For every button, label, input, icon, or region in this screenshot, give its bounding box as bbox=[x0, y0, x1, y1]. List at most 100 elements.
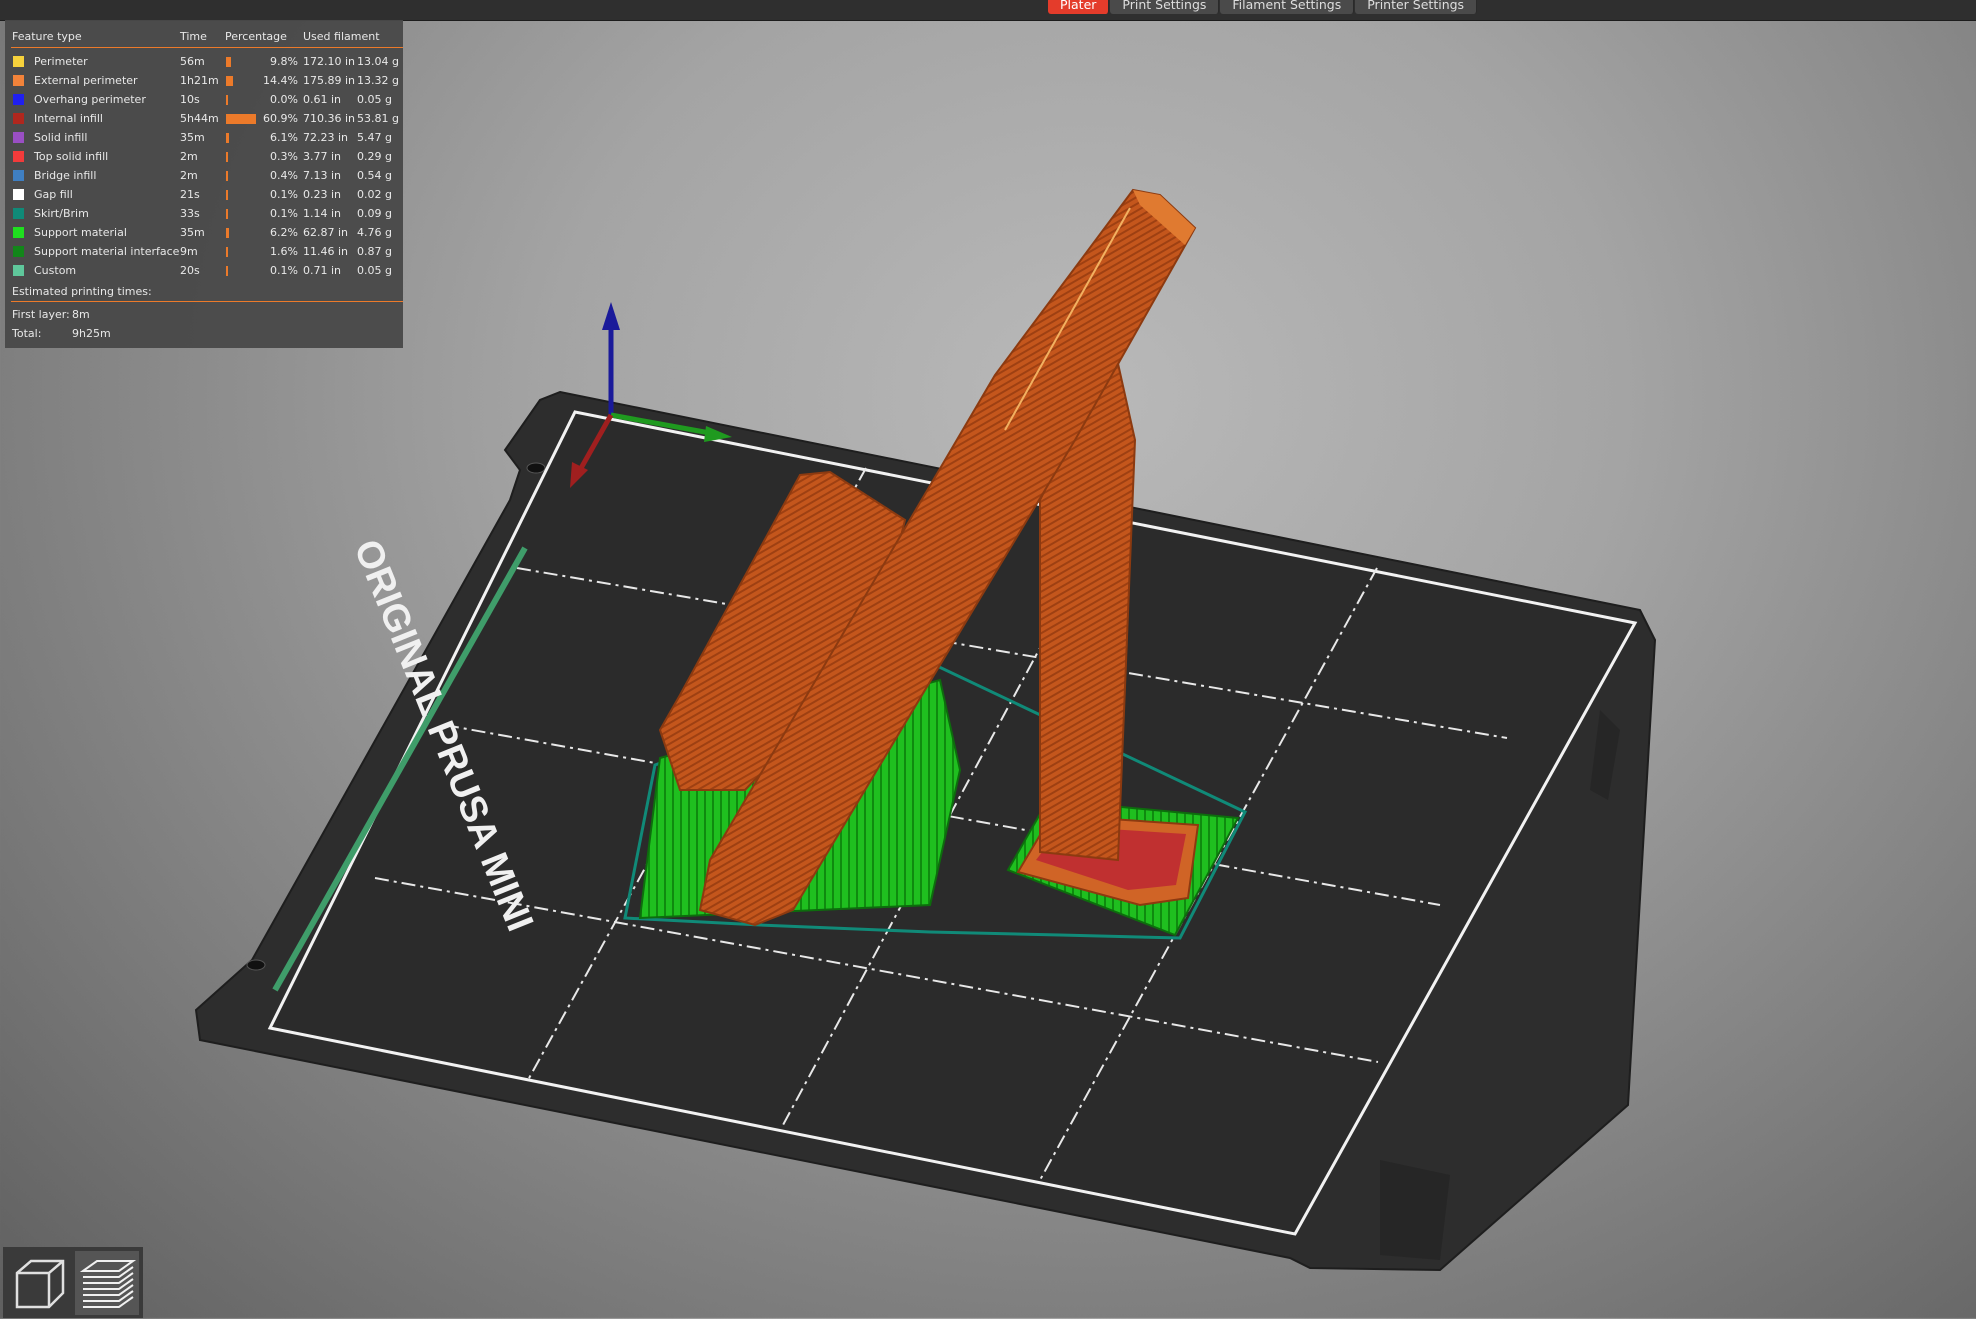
feature-time: 5h44m bbox=[180, 112, 219, 125]
feature-label: External perimeter bbox=[34, 74, 138, 87]
feature-percentage: 14.4% bbox=[263, 74, 298, 87]
feature-time: 10s bbox=[180, 93, 200, 106]
color-swatch bbox=[13, 75, 24, 86]
legend-row[interactable]: Top solid infill 2m 0.3% 3.77 in 0.29 g bbox=[5, 149, 403, 168]
percentage-bar bbox=[226, 76, 233, 86]
first-layer-label: First layer: bbox=[12, 308, 70, 321]
color-swatch bbox=[13, 227, 24, 238]
feature-label: Solid infill bbox=[34, 131, 88, 144]
color-swatch bbox=[13, 208, 24, 219]
color-swatch bbox=[13, 170, 24, 181]
feature-percentage: 0.0% bbox=[270, 93, 298, 106]
first-layer-value: 8m bbox=[72, 308, 90, 321]
estimated-times-title: Estimated printing times: bbox=[12, 285, 152, 298]
percentage-bar bbox=[226, 95, 228, 105]
header-feature-type: Feature type bbox=[12, 30, 82, 43]
3d-view-icon bbox=[15, 1259, 65, 1309]
feature-time: 2m bbox=[180, 169, 198, 182]
feature-length: 0.23 in bbox=[303, 188, 342, 201]
feature-percentage: 0.3% bbox=[270, 150, 298, 163]
feature-percentage: 0.1% bbox=[270, 264, 298, 277]
feature-weight: 0.87 g bbox=[357, 245, 392, 258]
feature-label: Support material bbox=[34, 226, 127, 239]
feature-length: 0.71 in bbox=[303, 264, 342, 277]
feature-percentage: 0.1% bbox=[270, 207, 298, 220]
feature-length: 0.61 in bbox=[303, 93, 342, 106]
feature-time: 9m bbox=[180, 245, 198, 258]
gcode-legend: Feature type Time Percentage Used filame… bbox=[5, 20, 403, 348]
feature-length: 72.23 in bbox=[303, 131, 349, 144]
color-swatch bbox=[13, 246, 24, 257]
feature-length: 710.36 in bbox=[303, 112, 356, 125]
color-swatch bbox=[13, 265, 24, 276]
percentage-bar bbox=[226, 266, 228, 276]
feature-length: 175.89 in bbox=[303, 74, 356, 87]
feature-percentage: 6.2% bbox=[270, 226, 298, 239]
legend-row[interactable]: Internal infill 5h44m 60.9% 710.36 in 53.81 … bbox=[5, 111, 403, 130]
feature-time: 33s bbox=[180, 207, 200, 220]
feature-time: 2m bbox=[180, 150, 198, 163]
percentage-bar bbox=[226, 171, 228, 181]
legend-row[interactable]: Support material interface 9m 1.6% 11.46 in… bbox=[5, 244, 403, 263]
color-swatch bbox=[13, 189, 24, 200]
legend-row[interactable]: Skirt/Brim 33s 0.1% 1.14 in 0.09 g bbox=[5, 206, 403, 225]
legend-row[interactable]: Bridge infill 2m 0.4% 7.13 in 0.54 g bbox=[5, 168, 403, 187]
feature-length: 1.14 in bbox=[303, 207, 342, 220]
bed-mount-hole bbox=[526, 462, 546, 474]
header-percentage: Percentage bbox=[225, 30, 287, 43]
feature-percentage: 0.4% bbox=[270, 169, 298, 182]
feature-label: Perimeter bbox=[34, 55, 88, 68]
feature-time: 20s bbox=[180, 264, 200, 277]
feature-weight: 0.05 g bbox=[357, 93, 392, 106]
feature-time: 1h21m bbox=[180, 74, 219, 87]
percentage-bar bbox=[226, 57, 231, 67]
preview-layers-button[interactable] bbox=[75, 1251, 139, 1315]
legend-row[interactable]: Gap fill 21s 0.1% 0.23 in 0.02 g bbox=[5, 187, 403, 206]
feature-time: 35m bbox=[180, 131, 205, 144]
color-swatch bbox=[13, 113, 24, 124]
legend-row[interactable]: Custom 20s 0.1% 0.71 in 0.05 g bbox=[5, 263, 403, 282]
feature-percentage: 9.8% bbox=[270, 55, 298, 68]
legend-row[interactable]: Overhang perimeter 10s 0.0% 0.61 in 0.05 g bbox=[5, 92, 403, 111]
percentage-bar bbox=[226, 133, 229, 143]
legend-row[interactable]: Support material 35m 6.2% 62.87 in 4.76 g bbox=[5, 225, 403, 244]
feature-weight: 0.29 g bbox=[357, 150, 392, 163]
feature-length: 62.87 in bbox=[303, 226, 349, 239]
feature-label: Support material interface bbox=[34, 245, 180, 258]
feature-weight: 13.04 g bbox=[357, 55, 399, 68]
feature-length: 7.13 in bbox=[303, 169, 342, 182]
preview-layers-icon bbox=[79, 1260, 137, 1308]
feature-percentage: 6.1% bbox=[270, 131, 298, 144]
legend-separator bbox=[11, 301, 403, 302]
feature-weight: 0.05 g bbox=[357, 264, 392, 277]
feature-percentage: 60.9% bbox=[263, 112, 298, 125]
feature-length: 11.46 in bbox=[303, 245, 349, 258]
percentage-bar bbox=[226, 114, 256, 124]
feature-time: 35m bbox=[180, 226, 205, 239]
percentage-bar bbox=[226, 247, 228, 257]
total-label: Total: bbox=[12, 327, 42, 340]
feature-weight: 0.02 g bbox=[357, 188, 392, 201]
total-value: 9h25m bbox=[72, 327, 111, 340]
feature-weight: 0.09 g bbox=[357, 207, 392, 220]
legend-separator bbox=[11, 47, 403, 48]
percentage-bar bbox=[226, 152, 228, 162]
feature-percentage: 0.1% bbox=[270, 188, 298, 201]
feature-weight: 0.54 g bbox=[357, 169, 392, 182]
legend-row[interactable]: External perimeter 1h21m 14.4% 175.89 in 13.… bbox=[5, 73, 403, 92]
color-swatch bbox=[13, 56, 24, 67]
percentage-bar bbox=[226, 209, 228, 219]
feature-label: Overhang perimeter bbox=[34, 93, 146, 106]
percentage-bar bbox=[226, 228, 229, 238]
legend-row[interactable]: Perimeter 56m 9.8% 172.10 in 13.04 g bbox=[5, 54, 403, 73]
feature-label: Gap fill bbox=[34, 188, 73, 201]
color-swatch bbox=[13, 94, 24, 105]
feature-weight: 13.32 g bbox=[357, 74, 399, 87]
feature-length: 172.10 in bbox=[303, 55, 356, 68]
3d-view-button[interactable] bbox=[7, 1251, 71, 1315]
feature-label: Bridge infill bbox=[34, 169, 97, 182]
feature-label: Internal infill bbox=[34, 112, 103, 125]
header-used-filament: Used filament bbox=[303, 30, 380, 43]
legend-row[interactable]: Solid infill 35m 6.1% 72.23 in 5.47 g bbox=[5, 130, 403, 149]
color-swatch bbox=[13, 132, 24, 143]
